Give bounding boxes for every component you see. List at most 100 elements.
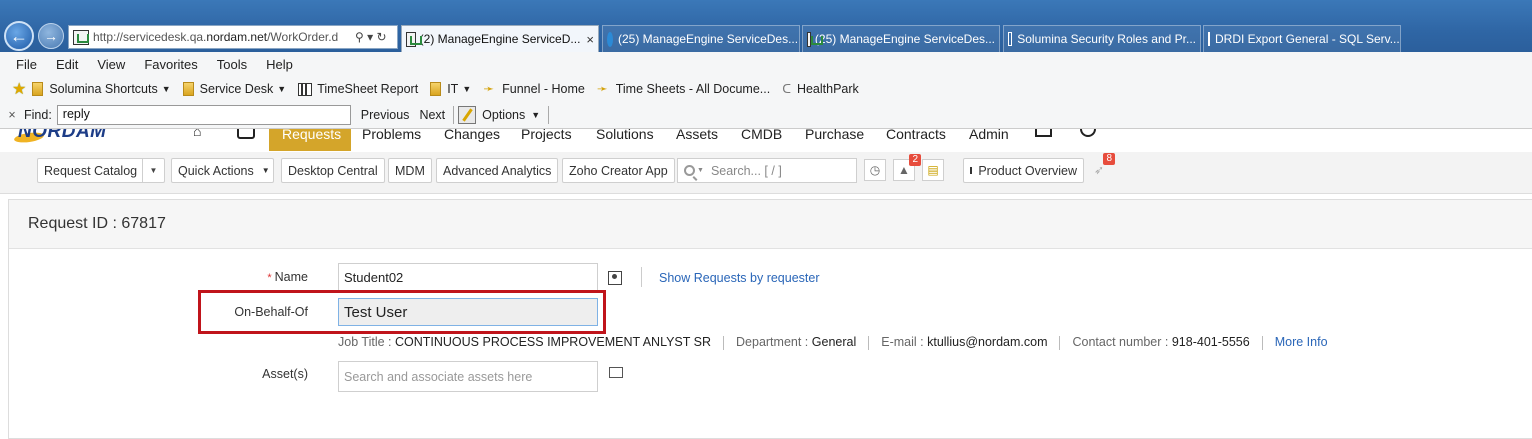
requester-info-row: Job Title : CONTINUOUS PROCESS IMPROVEME… <box>338 335 1328 350</box>
address-bar[interactable]: http://servicedesk.qa.nordam.net/WorkOrd… <box>68 25 398 49</box>
favorite-timesheet-report[interactable]: TimeSheet Report <box>298 82 418 96</box>
name-label: * Name <box>267 270 308 284</box>
tab-projects[interactable]: Projects <box>521 129 572 142</box>
tab-assets[interactable]: Assets <box>676 129 718 142</box>
divider <box>868 336 870 350</box>
menu-edit[interactable]: Edit <box>56 57 78 72</box>
name-input[interactable]: Student02 <box>338 263 598 291</box>
favorite-service-desk[interactable]: Service Desk ▼ <box>182 82 286 96</box>
back-button[interactable]: ← <box>4 21 34 51</box>
quick-actions-button[interactable]: Quick Actions ▼ <box>171 158 274 183</box>
browser-tab-2[interactable]: (25) ManageEngine ServiceDes... <box>602 25 800 52</box>
reminder-clock-icon[interactable]: ◷ <box>864 159 886 181</box>
zoho-creator-button[interactable]: Zoho Creator App <box>562 158 675 183</box>
required-marker: * <box>267 272 272 284</box>
notification-count-badge: 2 <box>909 154 921 166</box>
tab-admin[interactable]: Admin <box>969 129 1009 142</box>
assets-label: Asset(s) <box>262 367 308 381</box>
tab-contracts[interactable]: Contracts <box>886 129 946 142</box>
site-favicon-icon <box>406 31 422 47</box>
chevron-down-icon: ▼ <box>462 84 472 94</box>
favorite-healthpark[interactable]: ᑕ HealthPark <box>782 82 859 96</box>
chevron-down-icon: ▼ <box>261 166 270 175</box>
support-icon[interactable] <box>1080 129 1096 137</box>
divider <box>1261 336 1263 350</box>
clipboard-icon[interactable]: ▤ <box>922 159 944 181</box>
tab-cmdb[interactable]: CMDB <box>741 129 782 142</box>
menu-help[interactable]: Help <box>266 57 293 72</box>
find-input[interactable]: reply <box>56 105 351 125</box>
mdm-button[interactable]: MDM <box>388 158 432 183</box>
dashboard-icon[interactable] <box>237 129 255 139</box>
browser-tab-4[interactable]: Solumina Security Roles and Pr... <box>1003 25 1201 52</box>
favorites-star-icon[interactable]: ★ <box>12 79 26 99</box>
find-label: Find: <box>24 108 52 122</box>
search-icon <box>684 165 695 176</box>
close-tab-icon[interactable]: × <box>586 32 594 47</box>
home-icon[interactable]: ⌂ <box>193 129 201 139</box>
browser-titlebar: ← → http://servicedesk.qa.nordam.net/Wor… <box>0 0 1532 52</box>
find-options-button[interactable]: Options <box>482 108 525 122</box>
folder-icon <box>430 82 442 96</box>
report-icon <box>1008 32 1013 46</box>
address-controls[interactable]: ⚲ ▾ ↻ <box>355 30 387 44</box>
menu-view[interactable]: View <box>97 57 125 72</box>
department-value: General <box>811 335 857 349</box>
tab-solutions[interactable]: Solutions <box>596 129 654 142</box>
favorite-solumina-shortcuts[interactable]: Solumina Shortcuts ▼ <box>32 82 171 96</box>
tab-label: Solumina Security Roles and Pr... <box>1017 32 1196 46</box>
find-previous-button[interactable]: Previous <box>361 108 410 122</box>
reports-icon[interactable] <box>1035 129 1052 137</box>
folder-icon <box>182 82 194 96</box>
app-nav: NORDAM ⌂ Requests Problems Changes Proje… <box>0 129 1532 152</box>
favorite-time-sheets[interactable]: ➛ Time Sheets - All Docume... <box>597 81 770 97</box>
request-panel: Request ID : 67817 * Name Student02 Show … <box>8 199 1532 439</box>
assets-monitor-icon[interactable] <box>609 367 623 378</box>
menu-favorites[interactable]: Favorites <box>144 57 197 72</box>
favorites-bar: ★ Solumina Shortcuts ▼ Service Desk ▼ Time… <box>0 76 1532 102</box>
browser-tab-1[interactable]: (2) ManageEngine ServiceD... × <box>401 25 599 52</box>
desktop-central-button[interactable]: Desktop Central <box>281 158 385 183</box>
global-search-input[interactable]: ▼ Search... [ / ] <box>677 158 857 183</box>
forward-arrow-icon: → <box>44 28 58 44</box>
tab-purchase[interactable]: Purchase <box>805 129 864 142</box>
tab-label: (2) ManageEngine ServiceD... <box>419 32 581 46</box>
browser-tab-5[interactable]: DRDI Export General - SQL Serv... <box>1203 25 1401 52</box>
show-requests-link[interactable]: Show Requests by requester <box>659 271 820 285</box>
assets-search-input[interactable]: Search and associate assets here <box>338 361 598 392</box>
address-url: http://servicedesk.qa.nordam.net/WorkOrd… <box>93 30 339 44</box>
close-find-icon[interactable]: × <box>0 108 24 122</box>
divider <box>1059 336 1061 350</box>
tab-problems[interactable]: Problems <box>362 129 421 142</box>
rocket-count-badge: 8 <box>1103 153 1115 165</box>
tab-requests[interactable]: Requests <box>269 129 351 151</box>
chevron-down-icon: ▼ <box>697 167 704 174</box>
find-next-button[interactable]: Next <box>419 108 445 122</box>
chevron-down-icon[interactable]: ▼ <box>142 159 164 182</box>
highlight-pencil-icon[interactable] <box>458 106 477 124</box>
request-id-title: Request ID : 67817 <box>28 215 166 232</box>
video-camera-icon <box>970 167 973 174</box>
email-value: ktullius@nordam.com <box>927 335 1048 349</box>
notifications-button[interactable]: ▲ 2 <box>893 154 921 181</box>
forward-button[interactable]: → <box>38 23 64 49</box>
favorite-funnel-home[interactable]: ➛ Funnel - Home <box>483 81 585 97</box>
app-toolbar: Request Catalog ▼ Quick Actions ▼ Deskto… <box>0 152 1532 194</box>
menu-tools[interactable]: Tools <box>217 57 247 72</box>
requester-lookup-icon[interactable] <box>608 271 622 285</box>
request-catalog-button[interactable]: Request Catalog ▼ <box>37 158 165 183</box>
c-icon: ᑕ <box>782 82 791 96</box>
browser-tab-3[interactable]: (25) ManageEngine ServiceDes... <box>802 25 1000 52</box>
rocket-button[interactable]: ➶ 8 <box>1088 153 1115 181</box>
ie-icon <box>607 31 613 47</box>
menu-file[interactable]: File <box>16 57 37 72</box>
more-info-link[interactable]: More Info <box>1275 335 1328 350</box>
folder-icon <box>32 82 44 96</box>
chevron-down-icon: ▼ <box>531 110 541 120</box>
favorite-it[interactable]: IT ▼ <box>430 82 471 96</box>
product-overview-button[interactable]: Product Overview <box>963 158 1084 183</box>
sharepoint-icon: ➛ <box>596 81 608 96</box>
advanced-analytics-button[interactable]: Advanced Analytics <box>436 158 559 183</box>
tab-changes[interactable]: Changes <box>444 129 500 142</box>
on-behalf-of-input[interactable]: Test User <box>338 298 598 326</box>
